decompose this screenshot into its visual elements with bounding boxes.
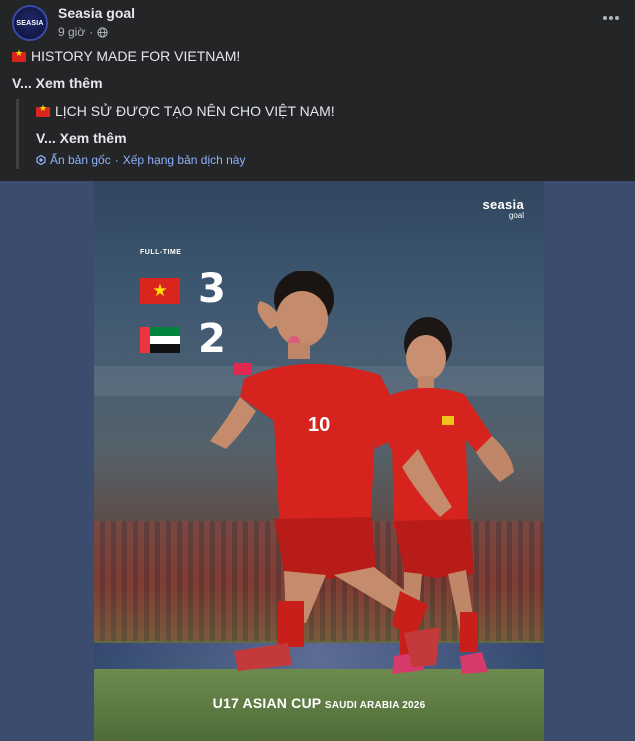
see-more-button[interactable]: Xem thêm	[36, 75, 103, 91]
translate-gear-icon	[36, 155, 46, 165]
brand-main-text: seasia	[482, 197, 524, 212]
meta-dot: ·	[89, 25, 94, 39]
more-dot-icon	[609, 16, 613, 20]
translation-text-content: LỊCH SỬ ĐƯỢC TẠO NÊN CHO VIỆT NAM!	[55, 103, 335, 119]
more-options-button[interactable]	[601, 8, 621, 28]
translation-see-more-button[interactable]: Xem thêm	[60, 130, 127, 146]
full-time-label: FULL-TIME	[140, 249, 182, 256]
post-text: HISTORY MADE FOR VIETNAM!	[12, 48, 240, 64]
tournament-name: U17 ASIAN CUP	[212, 695, 322, 711]
post-text-content: HISTORY MADE FOR VIETNAM!	[31, 48, 241, 64]
translation-text: LỊCH SỬ ĐƯỢC TẠO NÊN CHO VIỆT NAM!	[36, 103, 335, 119]
see-more-prefix: V...	[12, 75, 32, 91]
translation-see-more-line: V... Xem thêm	[36, 130, 127, 146]
post-media[interactable]: seasia goal FULL-TIME ★ 3 2 10 U17 ASIAN…	[0, 181, 635, 741]
post-time[interactable]: 9 giờ	[58, 25, 85, 39]
page-name-link[interactable]: Seasia goal	[58, 5, 135, 21]
translation-links: Ẩn bản gốc · Xếp hạng bản dịch này	[36, 153, 245, 167]
rate-translation-link[interactable]: Xếp hạng bản dịch này	[123, 153, 246, 167]
uae-flag	[140, 327, 180, 353]
player-front-celebrating: 10	[210, 271, 452, 671]
vietnam-flag-icon	[36, 104, 50, 117]
jersey-number: 10	[308, 414, 330, 436]
vietnam-flag: ★	[140, 278, 180, 304]
hide-original-link[interactable]: Ẩn bản gốc	[50, 153, 111, 167]
seasia-goal-logo: seasia goal	[482, 197, 524, 220]
post-meta: 9 giờ ·	[58, 25, 108, 39]
page-avatar[interactable]: SEASIA	[12, 5, 48, 41]
see-more-line: V... Xem thêm	[12, 75, 103, 91]
tournament-host: SAUDI ARABIA 2026	[324, 700, 426, 711]
translation-block: LỊCH SỬ ĐƯỢC TẠO NÊN CHO VIỆT NAM! V... …	[16, 99, 616, 169]
globe-icon	[97, 26, 108, 38]
links-separator: ·	[114, 153, 119, 167]
post-header: SEASIA Seasia goal 9 giờ ·	[0, 0, 635, 46]
translation-see-more-prefix: V...	[36, 130, 56, 146]
vietnam-flag-icon	[12, 49, 26, 62]
brand-sub-text: goal	[508, 211, 524, 220]
more-dot-icon	[603, 16, 607, 20]
avatar-text: SEASIA	[16, 19, 44, 27]
u17-asian-cup-logo: U17 ASIAN CUP SAUDI ARABIA 2026	[94, 695, 544, 711]
match-result-photo[interactable]: seasia goal FULL-TIME ★ 3 2 10 U17 ASIAN…	[94, 181, 544, 741]
more-dot-icon	[615, 16, 619, 20]
